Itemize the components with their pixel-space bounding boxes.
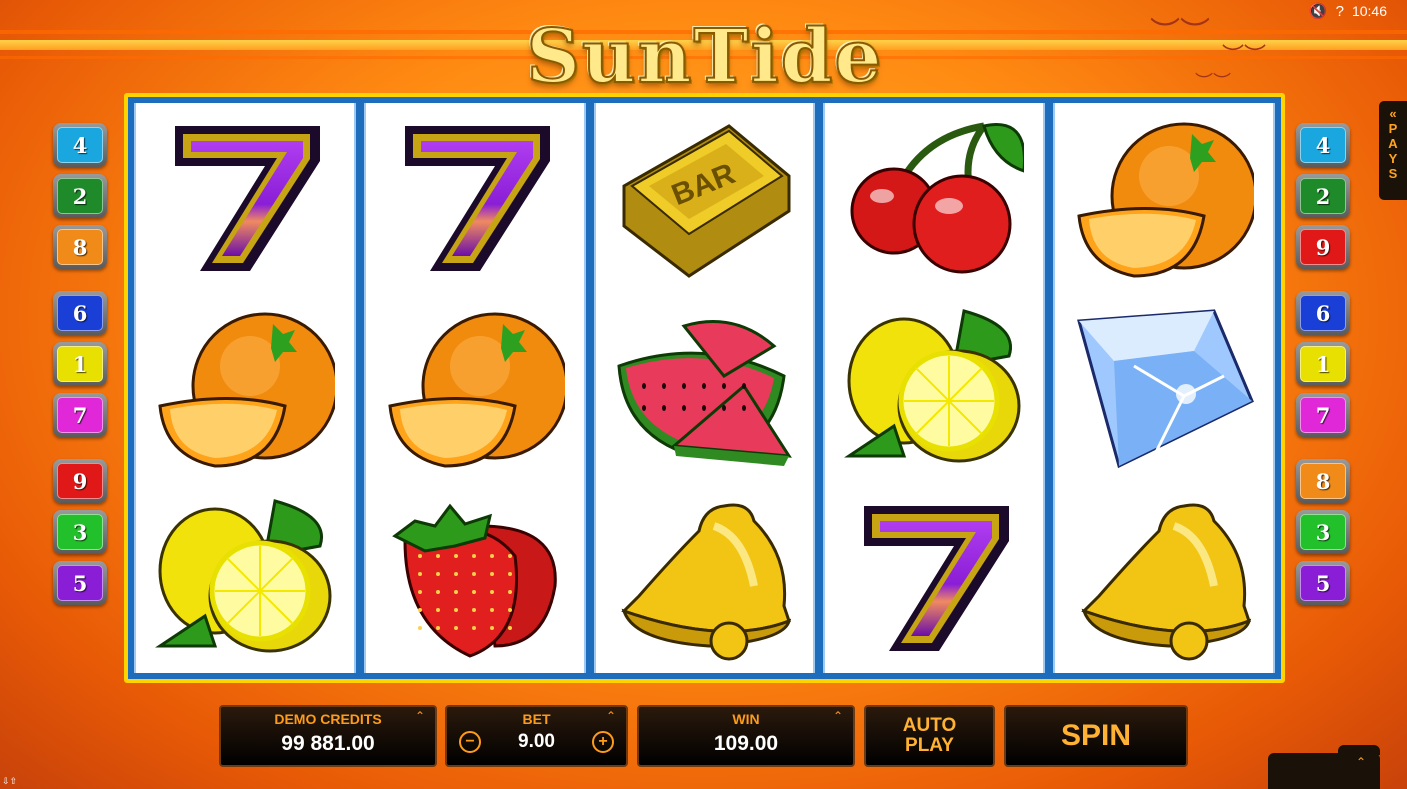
- clock: 10:46: [1351, 3, 1387, 19]
- payline-number: 4: [1300, 127, 1346, 163]
- menu-tab[interactable]: ⌃: [1268, 745, 1380, 789]
- chevron-up-icon: ⌃: [832, 709, 843, 723]
- reels: BAR: [134, 103, 1275, 673]
- payline-number: 1: [1300, 346, 1346, 382]
- lemon-icon: [839, 303, 1029, 473]
- seven-icon: [839, 493, 1029, 663]
- reel-2: [363, 103, 586, 673]
- credits-value: 99 881.00: [281, 732, 375, 755]
- payline-number: 2: [1300, 178, 1346, 214]
- payline-right-7[interactable]: 3: [1296, 510, 1350, 554]
- resize-arrows-icon: ⇩⇧: [2, 776, 18, 786]
- autoplay-button[interactable]: AUTO PLAY: [864, 705, 995, 767]
- bet-decrease-button[interactable]: −: [459, 731, 481, 753]
- payline-number: 2: [57, 178, 103, 214]
- payline-right-5[interactable]: 7: [1296, 393, 1350, 437]
- diamond-icon: [1069, 303, 1259, 473]
- payline-number: 9: [57, 463, 103, 499]
- payline-number: 7: [57, 397, 103, 433]
- reel-4: [823, 103, 1046, 673]
- bet-panel: ⌃ BET − 9.00 +: [445, 705, 628, 767]
- payline-number: 8: [57, 229, 103, 265]
- speaker-muted-icon[interactable]: 🔇: [1309, 2, 1328, 20]
- payline-left-1[interactable]: 2: [53, 174, 107, 218]
- chevron-up-icon: ⌃: [414, 709, 425, 723]
- payline-left-7[interactable]: 3: [53, 510, 107, 554]
- pays-tab[interactable]: « P A Y S: [1379, 101, 1407, 200]
- payline-number: 4: [57, 127, 103, 163]
- payline-right-6[interactable]: 8: [1296, 459, 1350, 503]
- chevron-left-icon: «: [1389, 106, 1397, 121]
- payline-right-0[interactable]: 4: [1296, 123, 1350, 167]
- payline-left-2[interactable]: 8: [53, 225, 107, 269]
- payline-number: 8: [1300, 463, 1346, 499]
- seven-icon: [150, 113, 340, 283]
- payline-left-0[interactable]: 4: [53, 123, 107, 167]
- payline-right-4[interactable]: 1: [1296, 342, 1350, 386]
- orange-icon: [1069, 113, 1259, 283]
- strawberry-icon: [380, 493, 570, 663]
- spin-button[interactable]: SPIN: [1004, 705, 1188, 767]
- payline-number: 3: [1300, 514, 1346, 550]
- payline-number: 5: [57, 565, 103, 601]
- lemon-icon: [150, 493, 340, 663]
- payline-left-6[interactable]: 9: [53, 459, 107, 503]
- payline-right-3[interactable]: 6: [1296, 291, 1350, 335]
- credits-label: DEMO CREDITS: [274, 711, 382, 727]
- seagull-icon: ︶︶: [1222, 43, 1267, 68]
- reel-1: [134, 103, 356, 673]
- payline-left-3[interactable]: 6: [53, 291, 107, 335]
- credits-panel[interactable]: ⌃ DEMO CREDITS 99 881.00: [219, 705, 437, 767]
- payline-number: 1: [57, 346, 103, 382]
- win-value: 109.00: [713, 732, 779, 755]
- payline-left-4[interactable]: 1: [53, 342, 107, 386]
- bell-icon: [609, 493, 799, 663]
- orange-icon: [380, 303, 570, 473]
- bet-increase-button[interactable]: +: [591, 731, 614, 753]
- seagull-icon: ︶︶: [1195, 72, 1231, 92]
- cherry-icon: [839, 113, 1029, 283]
- payline-number: 6: [1300, 295, 1346, 331]
- orange-icon: [150, 303, 340, 473]
- right-payline-numbers: 4 2 9 6 1 7 8 3 5: [1296, 123, 1350, 612]
- bet-value: 9.00: [518, 731, 555, 752]
- payline-left-8[interactable]: 5: [53, 561, 107, 605]
- bet-label: BET: [522, 711, 551, 727]
- payline-left-5[interactable]: 7: [53, 393, 107, 437]
- payline-right-1[interactable]: 2: [1296, 174, 1350, 218]
- payline-number: 7: [1300, 397, 1346, 433]
- question-icon[interactable]: ?: [1336, 3, 1344, 20]
- game-logo: SunTide: [525, 13, 884, 101]
- watermelon-icon: [609, 303, 799, 473]
- payline-number: 3: [57, 514, 103, 550]
- chevron-up-icon: ⌃: [1355, 755, 1366, 769]
- chevron-up-icon[interactable]: ⌃: [606, 709, 616, 723]
- status-bar: 🔇 ? 10:46: [1309, 2, 1387, 21]
- win-label: WIN: [732, 711, 760, 727]
- payline-number: 9: [1300, 229, 1346, 265]
- reel-5: [1053, 103, 1275, 673]
- payline-number: 5: [1300, 565, 1346, 601]
- payline-right-2[interactable]: 9: [1296, 225, 1350, 269]
- win-panel[interactable]: ⌃ WIN 109.00: [637, 705, 855, 767]
- reels-frame: BAR: [124, 93, 1285, 683]
- bar-icon: BAR: [609, 113, 799, 283]
- left-payline-numbers: 4 2 8 6 1 7 9 3 5: [53, 123, 107, 612]
- payline-number: 6: [57, 295, 103, 331]
- seven-icon: [380, 113, 570, 283]
- reel-3: BAR: [593, 103, 816, 673]
- payline-right-8[interactable]: 5: [1296, 561, 1350, 605]
- seagull-icon: ︶︶: [1150, 17, 1210, 50]
- bell-icon: [1069, 493, 1259, 663]
